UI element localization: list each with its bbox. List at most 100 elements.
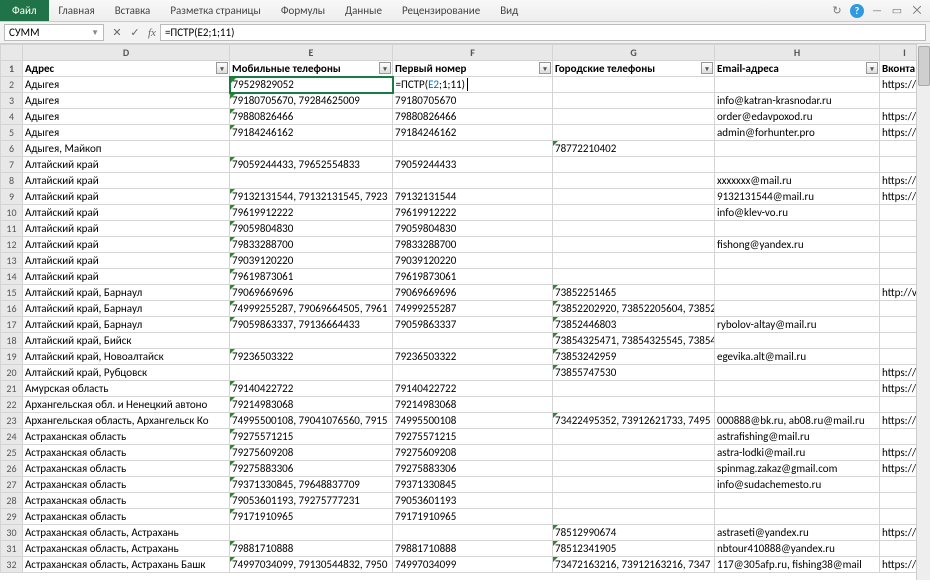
cell[interactable] [553,109,715,125]
cell[interactable]: 79275609208 [230,445,393,461]
ribbon-tab[interactable]: Рецензирование [392,1,490,20]
name-box[interactable]: СУММ ▼ [4,24,104,41]
row-header[interactable]: 20 [1,365,23,381]
cell[interactable]: Архангельская область, Архангельск Ко [23,413,230,429]
close-icon[interactable]: ⨉ [910,4,924,18]
cell[interactable]: 74997034099, 79130544832, 7950 [230,557,393,573]
header-cell[interactable]: Email-адреса▾ [715,61,880,77]
cell[interactable]: 79039120220 [230,253,393,269]
cell[interactable]: 79275609208 [393,445,553,461]
cell[interactable]: Астраханская область [23,509,230,525]
ribbon-tab[interactable]: Вид [490,1,528,20]
cell[interactable] [715,493,880,509]
row-header[interactable]: 17 [1,317,23,333]
row-header[interactable]: 22 [1,397,23,413]
cell[interactable]: 78512341905 [553,541,715,557]
filter-icon[interactable]: ▾ [539,62,551,74]
row-header[interactable]: 23 [1,413,23,429]
cell[interactable]: Астраханская область, Астрахань Башк [23,557,230,573]
cell[interactable] [715,141,880,157]
cell[interactable]: 79619873061 [230,269,393,285]
scrollbar-thumb[interactable] [918,46,930,86]
cell[interactable]: 73422495352, 73912621733, 7495 [553,413,715,429]
cell[interactable] [230,173,393,189]
cell[interactable]: Алтайский край, Барнаул [23,317,230,333]
cell[interactable] [553,189,715,205]
row-header[interactable]: 1 [1,61,23,77]
cell[interactable]: fishong@yandex.ru [715,237,880,253]
cell[interactable]: 73852251465 [553,285,715,301]
cell[interactable]: admin@forhunter.pro [715,125,880,141]
cell[interactable]: 73472163216, 73912163216, 7347 [553,557,715,573]
cell[interactable]: Алтайский край [23,173,230,189]
cell[interactable]: 74995500108 [393,413,553,429]
restore-icon[interactable]: ▭ [890,4,904,18]
cell[interactable]: Адыгея [23,109,230,125]
cell[interactable]: 79059804830 [393,221,553,237]
vertical-scrollbar[interactable] [916,44,930,580]
cell[interactable]: 74999255287, 79069664505, 7961 [230,301,393,317]
cell[interactable] [553,253,715,269]
cell[interactable]: rybolov-altay@mail.ru [715,317,880,333]
cell[interactable] [715,301,880,317]
ribbon-tab[interactable]: Данные [335,1,392,20]
cell[interactable]: Астраханская область [23,493,230,509]
cell[interactable]: 117@305afp.ru, fishing38@mail [715,557,880,573]
cell[interactable]: 78772210402 [553,141,715,157]
confirm-formula-icon[interactable]: ✓ [126,26,144,39]
cell[interactable]: 79881710888 [393,541,553,557]
row-header[interactable]: 7 [1,157,23,173]
cell[interactable]: 79619912222 [230,205,393,221]
cell[interactable]: Алтайский край, Барнаул [23,301,230,317]
cell[interactable]: 79053601193, 79275777231 [230,493,393,509]
cell[interactable]: egevika.alt@mail.ru [715,349,880,365]
cell[interactable] [715,253,880,269]
cell[interactable]: info@klev-vo.ru [715,205,880,221]
cancel-formula-icon[interactable]: ✕ [108,26,126,39]
cell[interactable]: 73855747530 [553,365,715,381]
cell[interactable]: 79132131544 [393,189,553,205]
cell[interactable]: 79529829052 [230,77,393,93]
cell[interactable]: 79275883306 [393,461,553,477]
cell[interactable]: 79140422722 [393,381,553,397]
cell[interactable]: 79171910965 [393,509,553,525]
cell[interactable]: Адыгея [23,93,230,109]
cell[interactable]: 79371330845 [393,477,553,493]
cell[interactable] [230,141,393,157]
cell[interactable]: =ПСТР(E2;1;11) [393,77,553,93]
cell[interactable]: info@sudachemesto.ru [715,477,880,493]
cell[interactable]: astra-lodki@mail.ru [715,445,880,461]
cell[interactable] [715,285,880,301]
filter-icon[interactable]: ▾ [866,62,878,74]
cell[interactable] [715,509,880,525]
row-header[interactable]: 5 [1,125,23,141]
cell[interactable]: 79059244433, 79652554833 [230,157,393,173]
row-header[interactable]: 28 [1,493,23,509]
cell[interactable]: 79059863337 [393,317,553,333]
row-header[interactable]: 24 [1,429,23,445]
help-icon[interactable]: ? [850,4,864,18]
cell[interactable]: Астраханская область, Астрахань [23,525,230,541]
cell[interactable] [715,365,880,381]
row-header[interactable]: 32 [1,557,23,573]
row-header[interactable]: 29 [1,509,23,525]
ribbon-tab[interactable]: Вставка [105,1,161,20]
cell[interactable]: 74997034099 [393,557,553,573]
cell[interactable]: 79140422722 [230,381,393,397]
col-header-F[interactable]: F [393,45,553,61]
cell[interactable]: Алтайский край, Новоалтайск [23,349,230,365]
cell[interactable]: 000888@bk.ru, ab08.ru@mail.ru [715,413,880,429]
cell[interactable] [553,173,715,189]
cell[interactable]: 79059804830 [230,221,393,237]
row-header[interactable]: 11 [1,221,23,237]
cell[interactable]: 9132131544@mail.ru [715,189,880,205]
cell[interactable]: Адыгея, Майкоп [23,141,230,157]
cell[interactable] [715,157,880,173]
chevron-down-icon[interactable]: ▼ [91,28,99,38]
cell[interactable]: 79059244433 [393,157,553,173]
cell[interactable]: Алтайский край, Барнаул [23,285,230,301]
cell[interactable]: 73852202920, 73852205604, 73852205625, 7… [553,301,715,317]
cell[interactable] [393,173,553,189]
cell[interactable]: Астраханская область [23,429,230,445]
cell[interactable] [715,381,880,397]
